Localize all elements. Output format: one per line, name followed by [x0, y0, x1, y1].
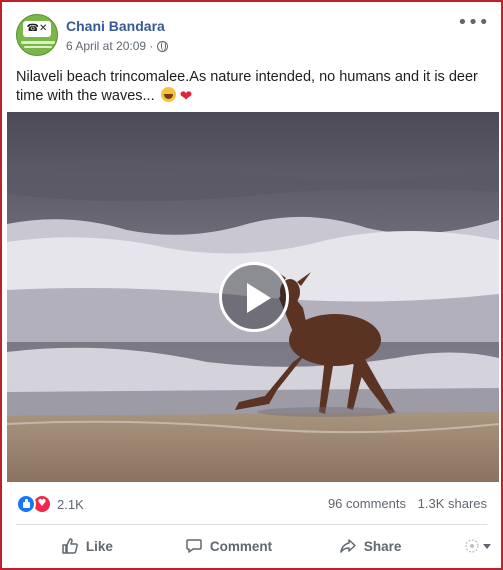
share-button[interactable]: Share — [299, 530, 441, 562]
shares-count-link[interactable]: 1.3K shares — [418, 496, 487, 511]
comment-label: Comment — [209, 538, 273, 554]
caret-down-icon — [483, 543, 492, 549]
reaction-count: 2.1K — [57, 496, 84, 512]
comment-icon — [186, 539, 202, 553]
audience-selector[interactable] — [441, 530, 492, 562]
author-name[interactable]: Chani Bandara — [66, 18, 165, 34]
more-options-icon[interactable]: ••• — [457, 14, 489, 32]
share-label: Share — [363, 538, 402, 554]
grinning-emoji-icon — [160, 87, 176, 102]
comments-count-link[interactable]: 96 comments — [328, 496, 406, 511]
avatar-logo: ☎✕ — [23, 21, 51, 37]
like-reaction-icon — [16, 494, 36, 514]
thumbs-up-icon — [62, 538, 78, 554]
play-button[interactable] — [219, 262, 289, 332]
post-header: ☎✕ Chani Bandara 6 April at 20:09 · ••• — [16, 14, 491, 58]
audience-icon — [465, 539, 479, 553]
reactions-summary[interactable]: ♥ 2.1K — [16, 494, 84, 514]
post-meta: 6 April at 20:09 · — [66, 39, 169, 53]
like-button[interactable]: Like — [16, 530, 158, 562]
globe-icon — [157, 40, 169, 52]
post-stats: ♥ 2.1K 96 comments 1.3K shares — [16, 494, 487, 516]
like-label: Like — [85, 538, 113, 554]
caption-text: Nilaveli beach trincomalee.As nature int… — [16, 69, 478, 104]
engagement-counts: 96 comments 1.3K shares — [320, 496, 487, 511]
heart-emoji-icon: ❤ — [179, 87, 193, 105]
post-actions: Like Comment Share — [16, 530, 492, 562]
comment-button[interactable]: Comment — [158, 530, 300, 562]
video-player[interactable] — [7, 112, 499, 482]
post-card: ☎✕ Chani Bandara 6 April at 20:09 · ••• … — [0, 0, 503, 570]
avatar[interactable]: ☎✕ — [16, 14, 58, 56]
post-caption: Nilaveli beach trincomalee.As nature int… — [16, 68, 494, 106]
share-icon — [340, 539, 356, 553]
timestamp[interactable]: 6 April at 20:09 · — [66, 39, 153, 53]
play-icon — [247, 283, 271, 313]
divider — [16, 524, 487, 525]
